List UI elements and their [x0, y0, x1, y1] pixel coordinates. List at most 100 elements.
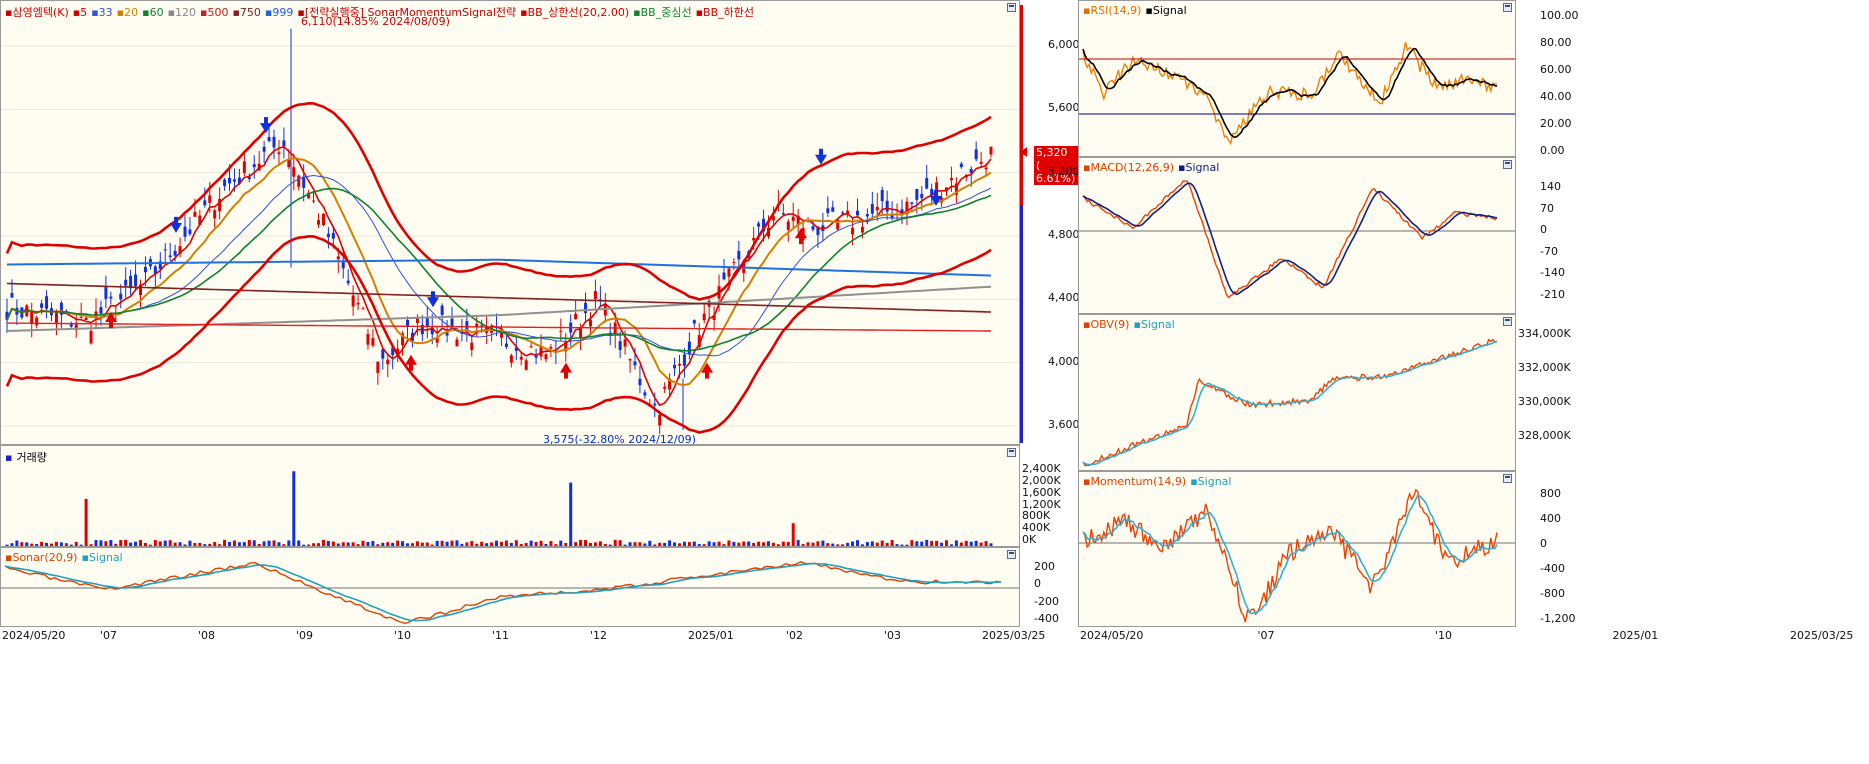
volume-bar [890, 540, 894, 546]
candle-body [356, 302, 360, 305]
volume-bar [475, 543, 479, 546]
rsi-legend-item: ▪RSI(14,9) [1083, 4, 1142, 17]
volume-bar [618, 540, 622, 546]
sonar-maximize-button[interactable] [1007, 550, 1016, 559]
candle-body [574, 313, 578, 320]
candle-body [831, 207, 835, 212]
candle-body [959, 163, 963, 168]
volume-bar [326, 541, 330, 546]
candle-body [242, 161, 246, 173]
volume-bar [905, 544, 909, 546]
volume-bar [915, 541, 919, 546]
ma33-line [6, 174, 992, 357]
volume-bar [35, 544, 39, 546]
volume-bar [465, 542, 469, 546]
candle-body [208, 195, 212, 203]
volume-bar [396, 540, 400, 546]
sonar-legend: ▪Sonar(20,9) ▪Signal [5, 551, 127, 564]
volume-bar [198, 542, 202, 546]
volume-bar [356, 544, 360, 546]
volume-bar [336, 543, 340, 546]
volume-bar [880, 540, 884, 546]
volume-bar [232, 540, 236, 546]
momentum-legend-item: ▪Momentum(14,9) [1083, 475, 1187, 488]
axis-tick-label: 5,600 [1048, 101, 1080, 115]
axis-tick-label: 60.00 [1540, 63, 1572, 76]
chart-window: ▪삼영엠텍(K) ▪5 ▪33 ▪20 ▪60 ▪120 ▪500 ▪750 ▪999 ▪[전략실… [0, 0, 1869, 764]
signal-line [1082, 182, 1498, 296]
axis-tick-label: -400 [1540, 562, 1565, 575]
obv-maximize-button[interactable] [1503, 317, 1512, 326]
volume-title: 거래량 [16, 451, 47, 464]
volume-bar [930, 540, 934, 546]
price-legend-item: ▪60 [142, 6, 164, 19]
main-date-axis: 2024/05/20 '07 '08 '09 '10 '11 '12 2025/01 '02 '0… [0, 627, 1078, 764]
sonar-panel[interactable]: ▪Sonar(20,9) ▪Signal [0, 547, 1020, 627]
candle-body [173, 250, 177, 256]
volume-bar [648, 540, 652, 546]
rsi-legend-item: ▪Signal [1145, 4, 1187, 17]
volume-bar [450, 540, 454, 546]
momentum-legend: ▪Momentum(14,9) ▪Signal [1083, 475, 1235, 488]
volume-bar [346, 542, 350, 546]
candle-body [663, 386, 667, 389]
volume-bar [860, 544, 864, 546]
volume-bar [420, 542, 424, 546]
obv-panel[interactable]: ▪OBV(9) ▪Signal [1078, 314, 1516, 471]
candle-body [143, 266, 147, 273]
candle-body [860, 226, 864, 233]
volume-bar [297, 540, 301, 546]
price-chart-panel[interactable]: ▪삼영엠텍(K) ▪5 ▪33 ▪20 ▪60 ▪120 ▪500 ▪750 ▪999 ▪[전략실… [0, 0, 1020, 445]
candle-body [885, 200, 889, 212]
candle-body [791, 216, 795, 221]
volume-bar [712, 542, 716, 546]
candle-body [593, 291, 597, 300]
rsi-panel[interactable]: ▪RSI(14,9) ▪Signal [1078, 0, 1516, 157]
price-legend-item: ▪33 [91, 6, 113, 19]
volume-bar [964, 540, 968, 546]
volume-bar [816, 541, 820, 546]
macd-legend-item: ▪MACD(12,26,9) [1083, 161, 1174, 174]
sonar-canvas[interactable] [1, 548, 1020, 627]
volume-panel[interactable]: ▪ 거래량 [0, 445, 1020, 547]
volume-canvas[interactable] [1, 446, 1020, 547]
macd-maximize-button[interactable] [1503, 160, 1512, 169]
candle-body [440, 305, 444, 315]
candle-body [40, 303, 44, 308]
candle-body [658, 414, 662, 426]
candle-body [524, 360, 528, 370]
volume-maximize-button[interactable] [1007, 448, 1016, 457]
price-chart-canvas[interactable] [1, 1, 1020, 445]
candle-body [984, 167, 988, 170]
price-legend-item: ▪5 [72, 6, 88, 19]
candle-body [702, 313, 706, 321]
momentum-maximize-button[interactable] [1503, 474, 1512, 483]
volume-bar [445, 541, 449, 546]
volume-bar [658, 542, 662, 546]
macd-panel[interactable]: ▪MACD(12,26,9) ▪Signal [1078, 157, 1516, 314]
candle-body [232, 179, 236, 182]
candle-body [722, 272, 726, 280]
obv-axis: 334,000K 332,000K 330,000K 328,000K [1516, 314, 1869, 471]
rsi-canvas[interactable] [1079, 1, 1516, 157]
axis-tick-label: 0 [1034, 577, 1041, 591]
candle-body [84, 317, 88, 320]
price-axis: 5,320 ( 6.61%) 6,000 5,600 5,200 4,800 4,400… [1020, 0, 1080, 445]
candle-body [677, 363, 681, 366]
volume-bar [524, 543, 528, 546]
sell-arrow-icon [427, 291, 439, 308]
volume-bar [682, 541, 686, 546]
momentum-panel[interactable]: ▪Momentum(14,9) ▪Signal [1078, 471, 1516, 627]
volume-bar [455, 540, 459, 546]
panel-maximize-button[interactable] [1007, 3, 1016, 12]
obv-canvas[interactable] [1079, 315, 1516, 471]
price-legend-item: ▪999 [264, 6, 294, 19]
candle-body [781, 212, 785, 215]
volume-bar [148, 544, 152, 546]
high-annotation: 6,110(14.85% 2024/08/09) [301, 15, 450, 28]
macd-canvas[interactable] [1079, 158, 1516, 314]
rsi-maximize-button[interactable] [1503, 3, 1512, 12]
volume-bar [158, 541, 162, 546]
volume-bar [935, 540, 939, 546]
momentum-canvas[interactable] [1079, 472, 1516, 627]
